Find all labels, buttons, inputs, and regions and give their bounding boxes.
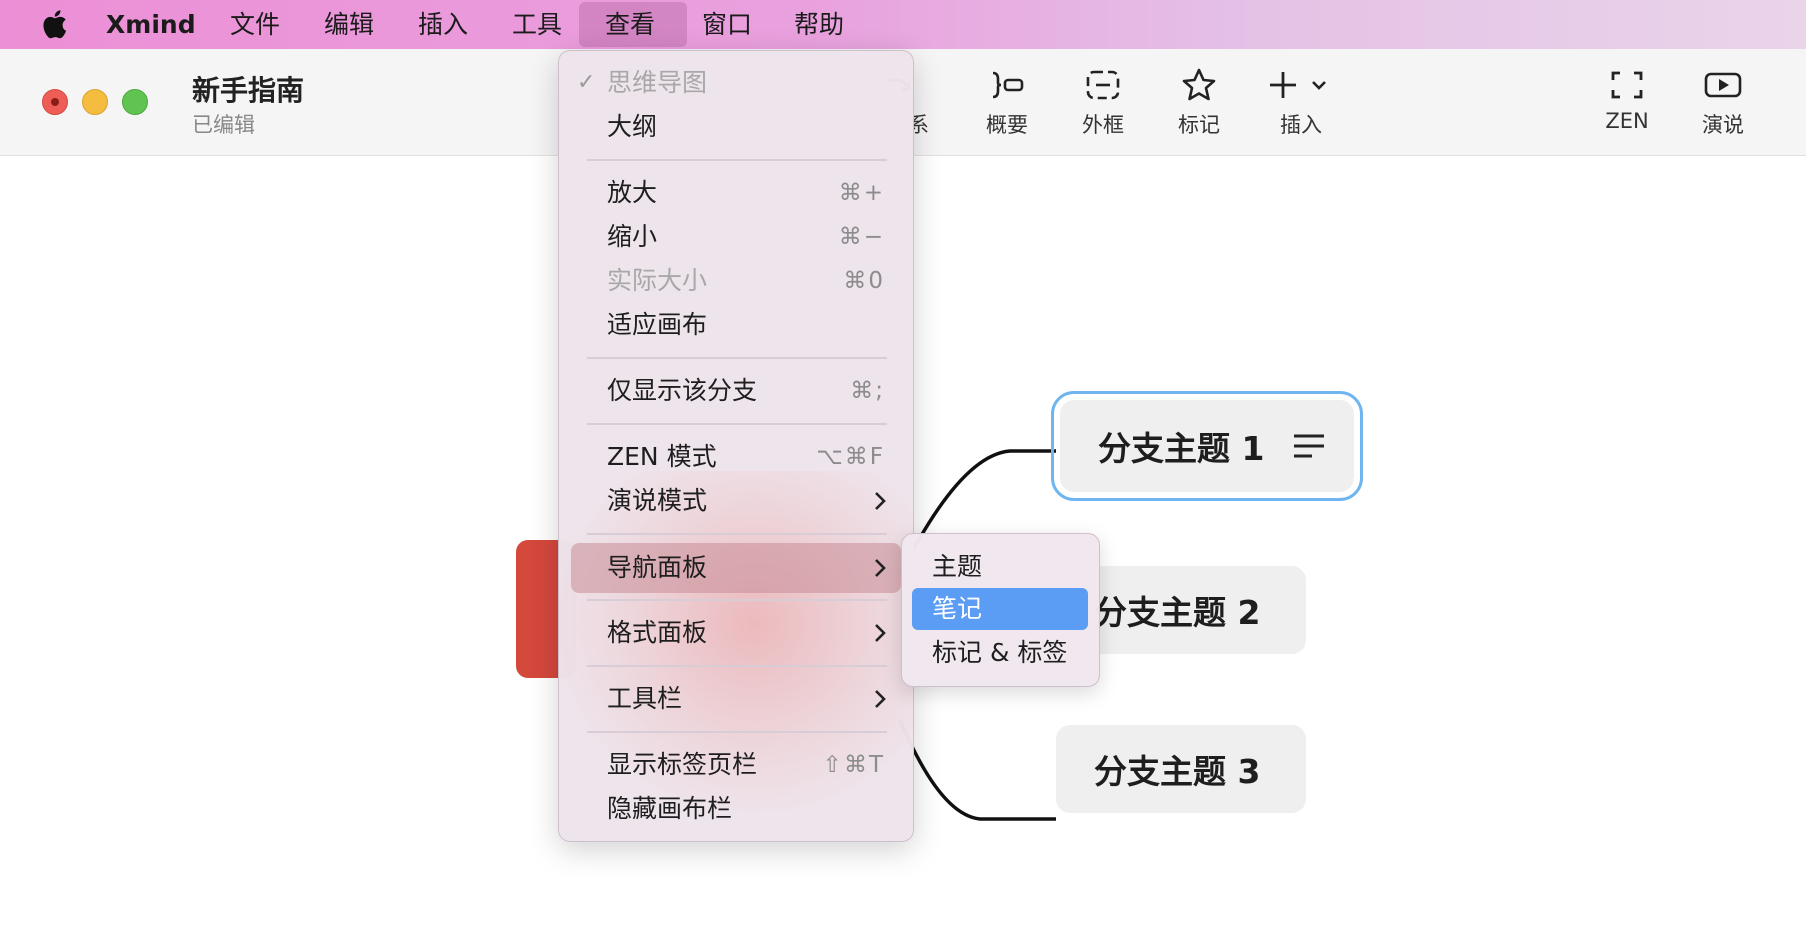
branch-topic-1[interactable]: 分支主题 1 xyxy=(1051,391,1363,501)
submenu-item-markers-labels[interactable]: 标记 & 标签 xyxy=(912,632,1088,674)
menu-item-zen-mode[interactable]: ZEN 模式 ⌥⌘F xyxy=(571,437,901,477)
zen-label: ZEN xyxy=(1605,109,1649,133)
summary-icon xyxy=(992,71,1024,99)
menu-item-show-branch-only[interactable]: 仅显示该分支 ⌘; xyxy=(571,371,901,411)
insert-label: 插入 xyxy=(1280,113,1322,137)
menu-edit[interactable]: 编辑 xyxy=(306,0,392,49)
summary-button[interactable]: 概要 xyxy=(962,67,1052,139)
star-icon xyxy=(1182,68,1216,101)
menu-item-actual-size[interactable]: 实际大小 ⌘0 xyxy=(571,261,901,301)
branch-topic-3[interactable]: 分支主题 3 xyxy=(1056,725,1306,813)
boundary-label: 外框 xyxy=(1082,113,1124,137)
menu-item-nav-panel[interactable]: 导航面板 xyxy=(571,543,901,593)
boundary-button[interactable]: 外框 xyxy=(1058,67,1148,139)
menu-item-mindmap-label: 思维导图 xyxy=(607,68,708,97)
menu-window[interactable]: 窗口 xyxy=(684,0,770,49)
zoom-out-shortcut: ⌘− xyxy=(838,224,885,250)
checkmark-icon: ✓ xyxy=(577,70,596,95)
menu-item-toolbar[interactable]: 工具栏 xyxy=(571,679,901,719)
branch-topic-3-label: 分支主题 3 xyxy=(1094,752,1261,791)
zoom-in-shortcut: ⌘+ xyxy=(838,180,885,206)
menu-file[interactable]: 文件 xyxy=(212,0,298,49)
submenu-item-notes-label: 笔记 xyxy=(932,594,983,623)
menu-separator xyxy=(587,731,887,733)
fullscreen-icon xyxy=(1611,71,1643,99)
branch-topic-2-label: 分支主题 2 xyxy=(1094,593,1261,632)
menu-item-hide-canvas-bar[interactable]: 隐藏画布栏 xyxy=(571,789,901,829)
menu-item-zen-mode-label: ZEN 模式 xyxy=(607,442,717,471)
menu-item-toolbar-label: 工具栏 xyxy=(607,684,683,713)
present-label: 演说 xyxy=(1702,113,1744,137)
menu-bar: Xmind 文件 编辑 插入 工具 查看 窗口 帮助 xyxy=(0,0,1806,49)
submenu-item-topic[interactable]: 主题 xyxy=(912,546,1088,588)
menu-separator xyxy=(587,423,887,425)
marker-button[interactable]: 标记 xyxy=(1154,67,1244,139)
insert-button[interactable]: 插入 xyxy=(1258,67,1346,139)
menu-item-fit-canvas-label: 适应画布 xyxy=(607,310,708,339)
zoom-window-button[interactable] xyxy=(122,89,148,115)
menu-item-format-panel[interactable]: 格式面板 xyxy=(571,613,901,653)
menu-tools[interactable]: 工具 xyxy=(494,0,580,49)
submenu-item-topic-label: 主题 xyxy=(932,552,983,581)
submenu-item-notes[interactable]: 笔记 xyxy=(912,588,1088,630)
submenu-item-markers-labels-label: 标记 & 标签 xyxy=(932,638,1068,667)
plus-chevron-icon xyxy=(1270,72,1326,98)
menu-item-show-tab-bar[interactable]: 显示标签页栏 ⇧⌘T xyxy=(571,745,901,785)
apple-icon[interactable] xyxy=(38,8,68,40)
present-button[interactable]: 演说 xyxy=(1678,67,1768,139)
summary-label: 概要 xyxy=(986,113,1028,137)
menu-separator xyxy=(587,533,887,535)
document-status: 已编辑 xyxy=(192,113,255,137)
menu-item-actual-size-label: 实际大小 xyxy=(607,266,708,295)
menu-item-outline-label: 大纲 xyxy=(607,112,658,141)
menu-item-fit-canvas[interactable]: 适应画布 xyxy=(571,305,901,345)
menu-item-zoom-out[interactable]: 缩小 ⌘− xyxy=(571,217,901,257)
actual-size-shortcut: ⌘0 xyxy=(843,268,885,294)
menu-separator xyxy=(587,665,887,667)
menu-item-format-panel-label: 格式面板 xyxy=(607,618,708,647)
play-icon xyxy=(1704,72,1742,98)
menu-insert[interactable]: 插入 xyxy=(400,0,486,49)
marker-label: 标记 xyxy=(1178,113,1220,137)
notes-icon xyxy=(1294,434,1325,458)
document-title: 新手指南 xyxy=(192,74,305,107)
menu-item-show-branch-only-label: 仅显示该分支 xyxy=(607,376,758,405)
menu-item-zoom-out-label: 缩小 xyxy=(607,222,658,251)
menu-item-pitch-mode[interactable]: 演说模式 xyxy=(571,481,901,521)
nav-panel-submenu: 主题 笔记 标记 & 标签 xyxy=(901,533,1100,687)
menu-separator xyxy=(587,357,887,359)
boundary-icon xyxy=(1086,70,1120,100)
zen-button[interactable]: ZEN xyxy=(1582,67,1672,133)
chevron-right-icon xyxy=(875,690,886,708)
branch-topic-1-label: 分支主题 1 xyxy=(1098,429,1265,468)
menu-item-outline[interactable]: 大纲 xyxy=(571,107,901,147)
menu-item-zoom-in[interactable]: 放大 ⌘+ xyxy=(571,173,901,213)
menu-app-name[interactable]: Xmind xyxy=(88,0,214,49)
view-menu-dropdown: ✓ 思维导图 大纲 放大 ⌘+ 缩小 ⌘− 实际大小 ⌘0 适应画布 仅显示该分… xyxy=(558,50,914,842)
menu-view[interactable]: 查看 xyxy=(579,2,687,47)
menu-help[interactable]: 帮助 xyxy=(776,0,862,49)
menu-item-show-tab-bar-label: 显示标签页栏 xyxy=(607,750,758,779)
show-branch-only-shortcut: ⌘; xyxy=(850,378,885,404)
menu-item-pitch-mode-label: 演说模式 xyxy=(607,486,708,515)
menu-item-mindmap[interactable]: ✓ 思维导图 xyxy=(571,63,901,103)
chevron-right-icon xyxy=(875,559,886,577)
menu-item-zoom-in-label: 放大 xyxy=(607,178,658,207)
chevron-right-icon xyxy=(875,492,886,510)
chevron-right-icon xyxy=(875,624,886,642)
close-window-button[interactable] xyxy=(42,89,68,115)
menu-item-hide-canvas-bar-label: 隐藏画布栏 xyxy=(607,794,733,823)
minimize-window-button[interactable] xyxy=(82,89,108,115)
menu-separator xyxy=(587,599,887,601)
show-tab-bar-shortcut: ⇧⌘T xyxy=(822,752,885,778)
menu-item-nav-panel-label: 导航面板 xyxy=(607,553,708,582)
zen-mode-shortcut: ⌥⌘F xyxy=(816,444,885,470)
menu-separator xyxy=(587,159,887,161)
